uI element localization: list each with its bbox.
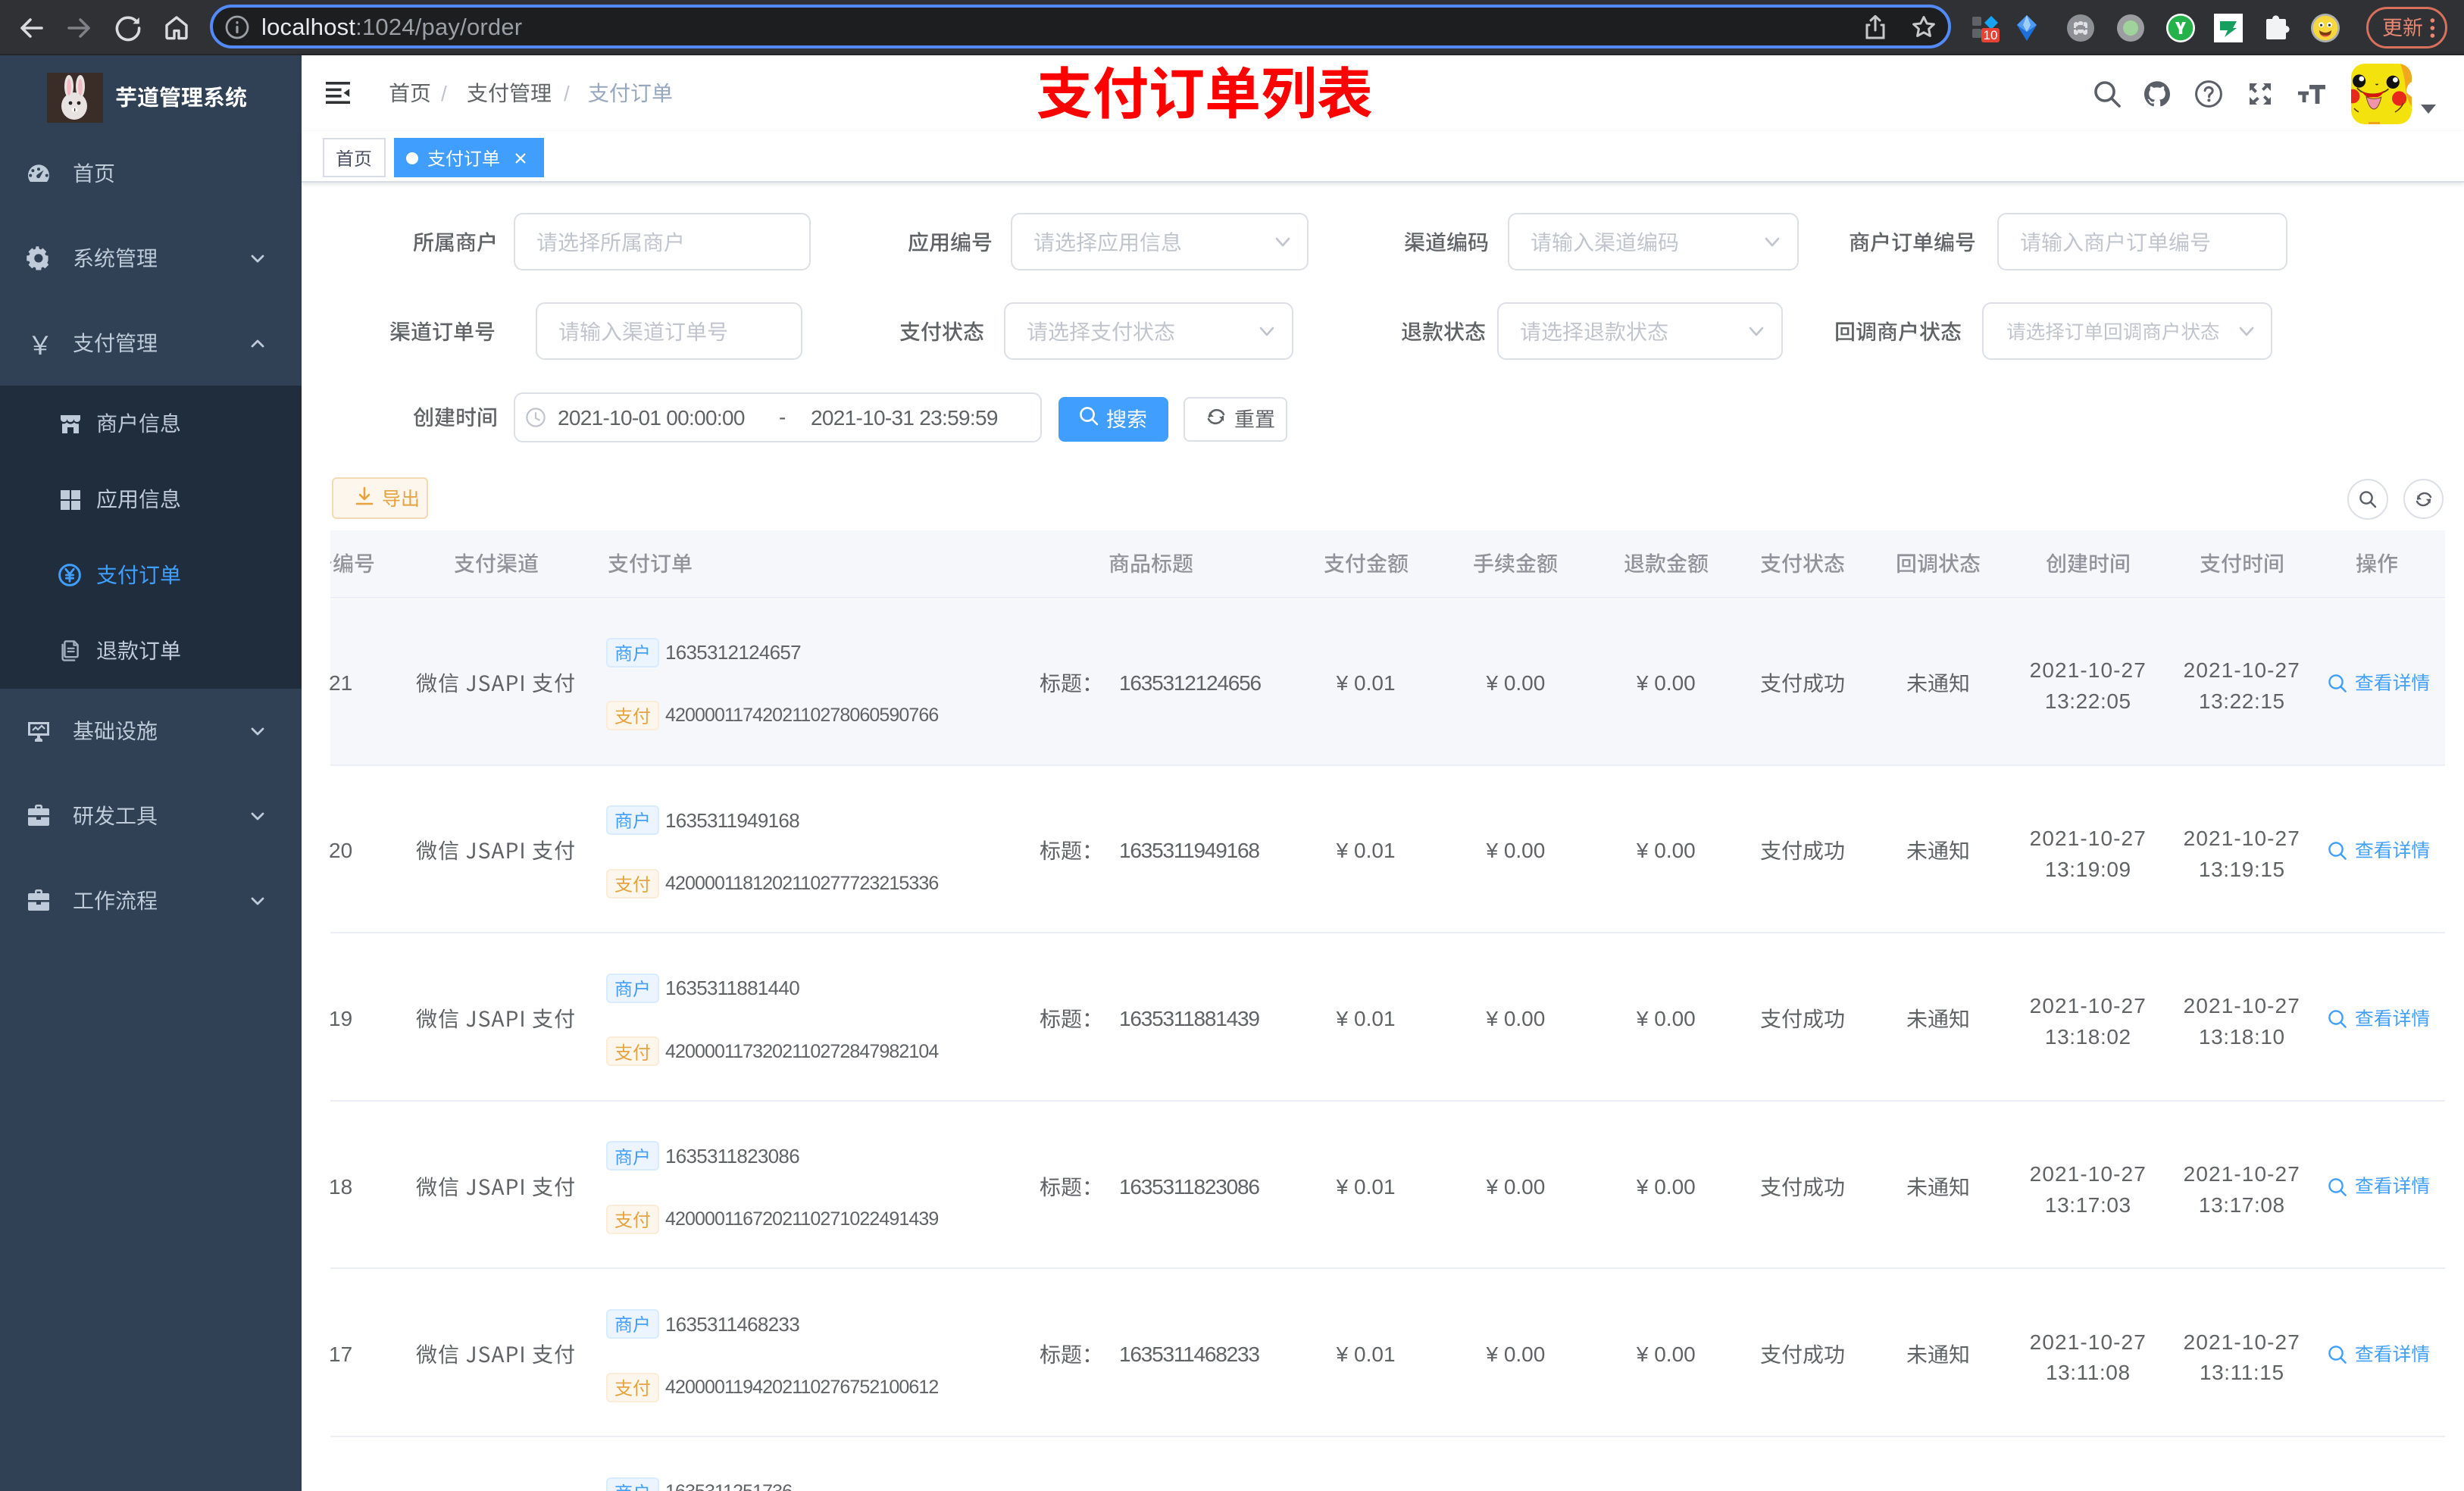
svg-text:10: 10 <box>1984 28 1998 42</box>
